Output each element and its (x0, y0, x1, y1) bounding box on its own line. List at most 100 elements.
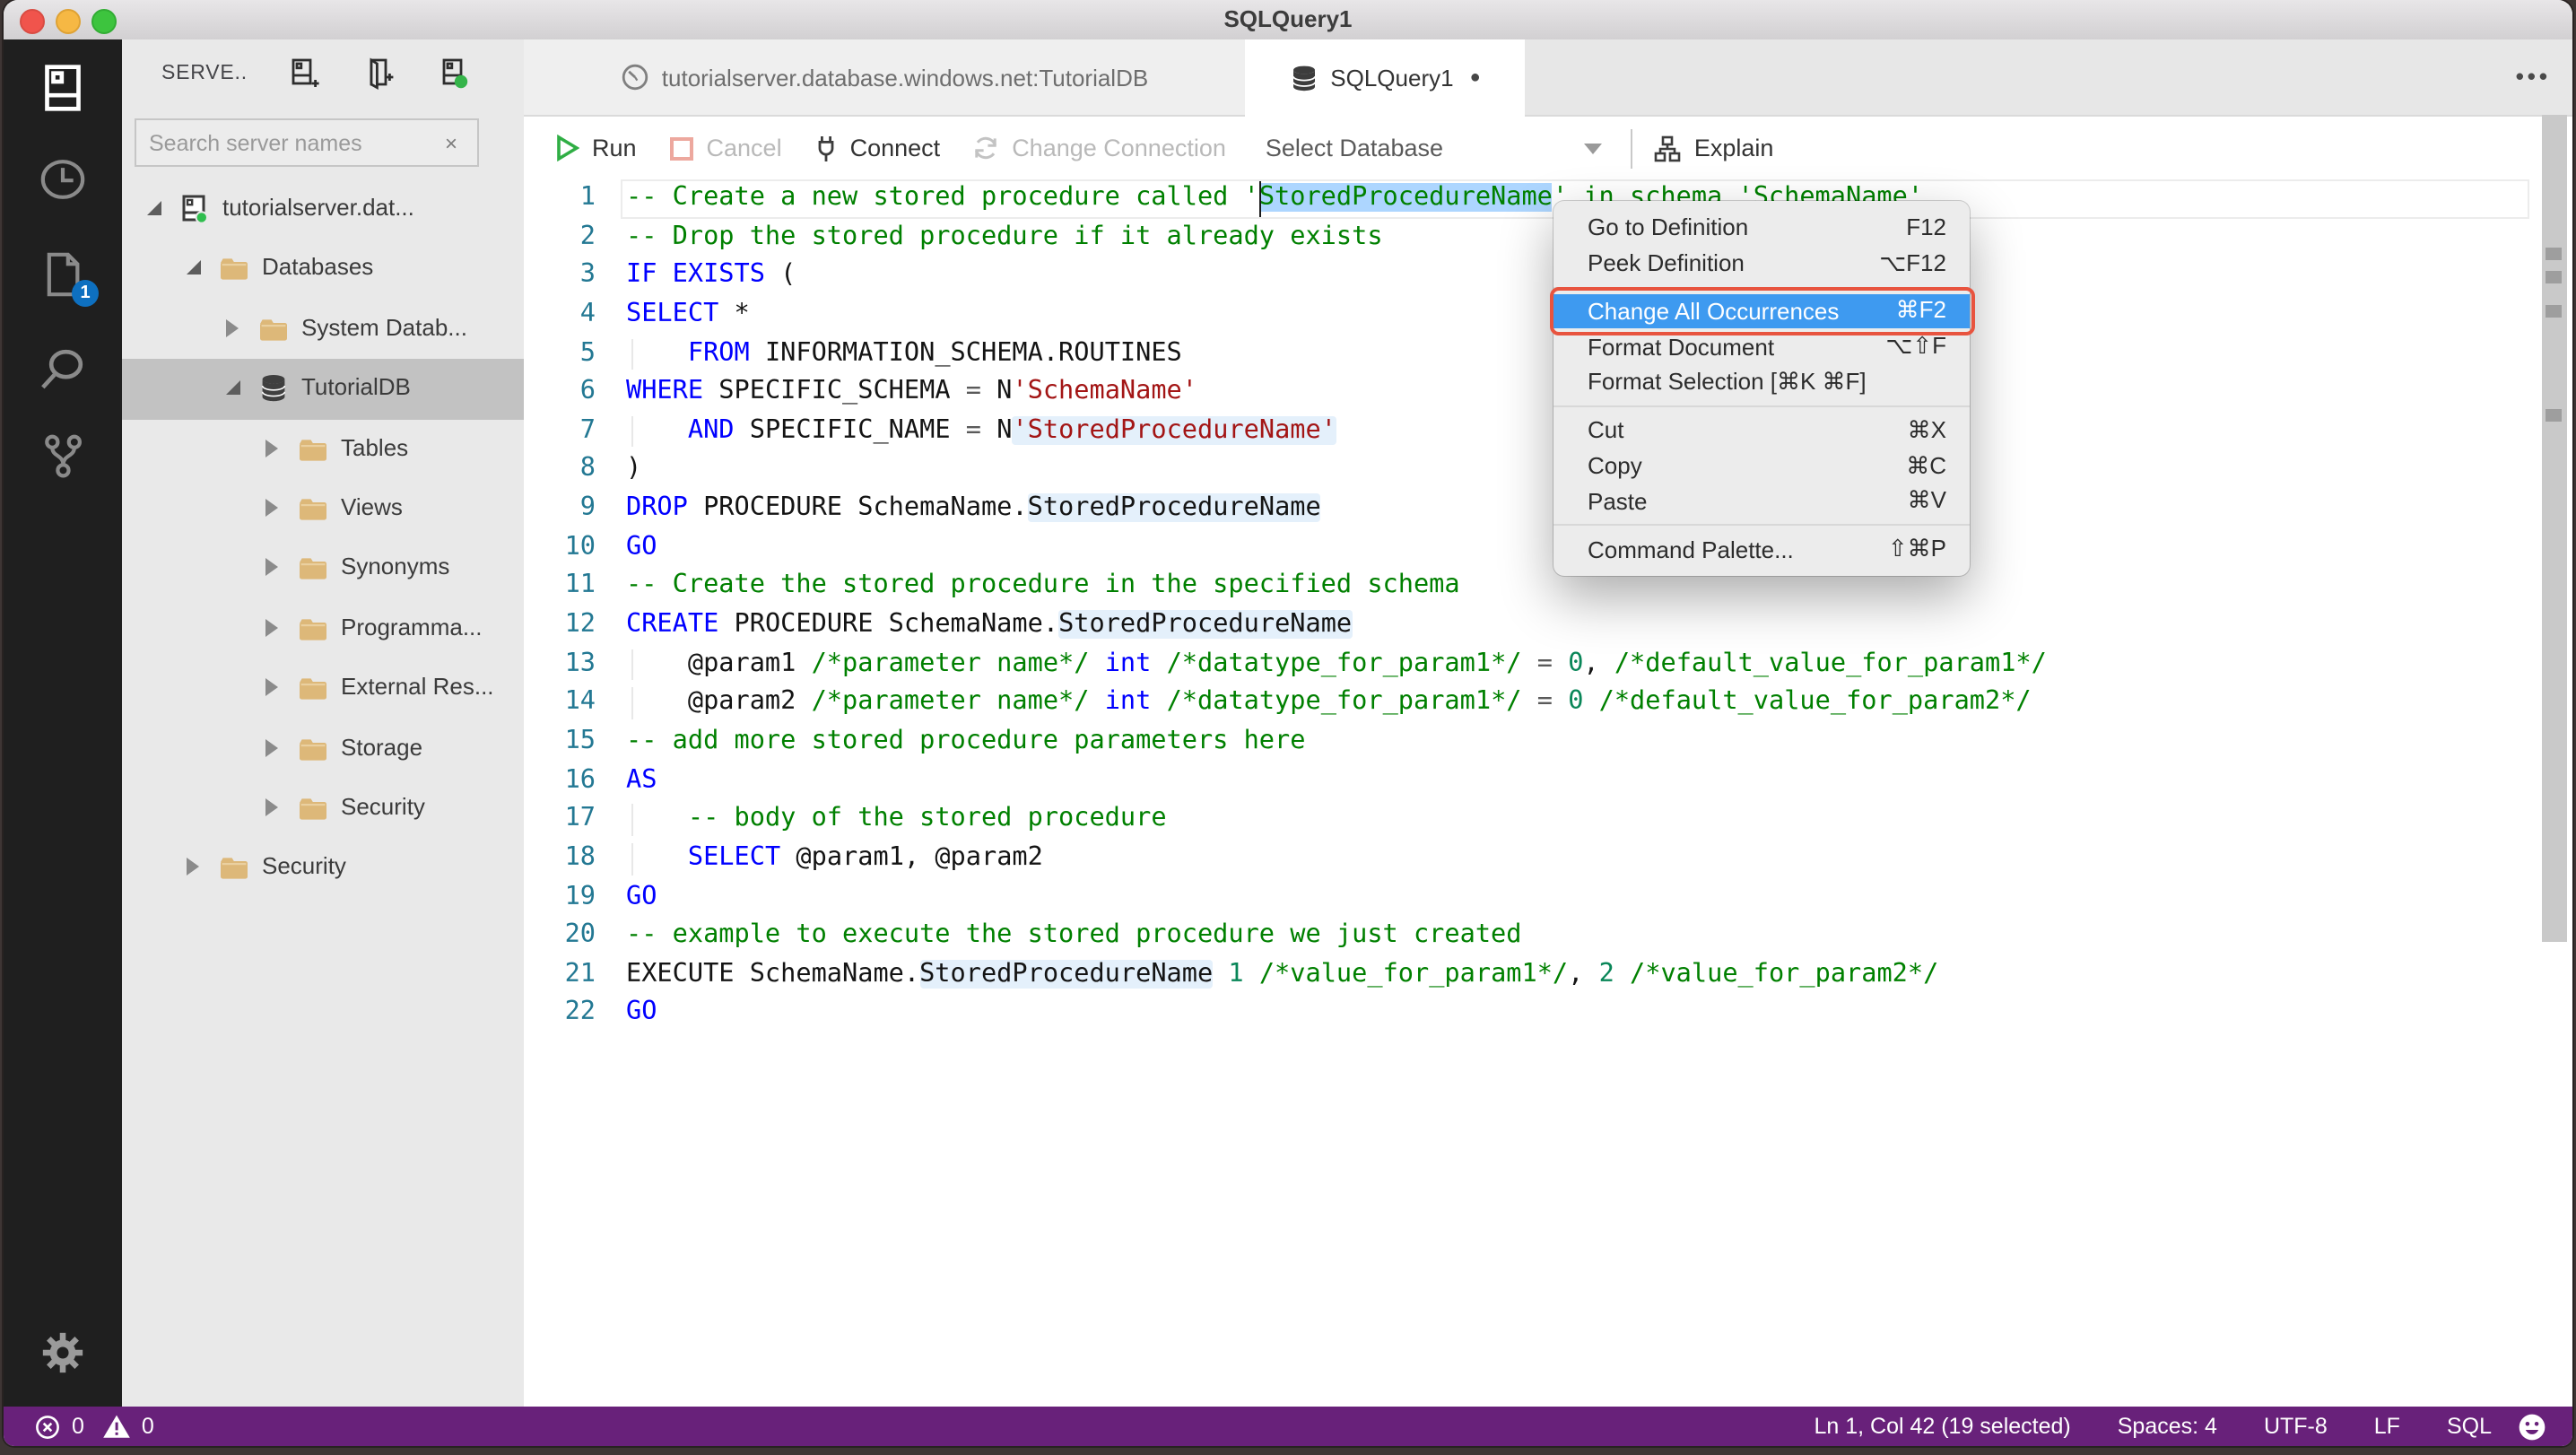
line-number: 11 (564, 571, 596, 600)
menu-item-change-all-occurrences[interactable]: Change All Occurrences ⌘F2 (1550, 287, 1975, 335)
menu-item-copy[interactable]: Copy ⌘C (1553, 449, 1970, 484)
run-button[interactable]: Run (556, 135, 637, 161)
expand-twisty-icon[interactable] (187, 858, 199, 876)
editor-scrollbar[interactable] (2542, 115, 2569, 1407)
tab-connection-dashboard[interactable]: tutorialserver.database.windows.net:Tuto… (524, 39, 1247, 115)
encoding-status[interactable]: UTF-8 (2264, 1414, 2328, 1439)
expand-twisty-icon[interactable] (265, 439, 278, 457)
code-line-7[interactable]: 7 AND SPECIFIC_NAME = N'StoredProcedureN… (524, 413, 2549, 451)
code-line-22[interactable]: 22 GO (524, 995, 2549, 1033)
tree-item-tables[interactable]: Tables (122, 419, 524, 479)
code-line-13[interactable]: 13 @param1 /*parameter name*/ int /*data… (524, 645, 2549, 684)
tree-item-programma[interactable]: Programma... (122, 598, 524, 658)
explain-label: Explain (1693, 135, 1774, 161)
tab-sqlquery1[interactable]: SQLQuery1 ● (1245, 39, 1525, 117)
menu-item-peek-definition[interactable]: Peek Definition ⌥F12 (1553, 246, 1970, 282)
sql-editor[interactable]: 1 -- Create a new stored procedure called… (524, 179, 2549, 1407)
menu-item-command-palette[interactable]: Command Palette... ⇧⌘P (1553, 532, 1970, 568)
menu-item-cut[interactable]: Cut ⌘X (1553, 413, 1970, 449)
collapse-twisty-icon[interactable] (147, 201, 161, 215)
code-line-4[interactable]: 4 SELECT * (524, 296, 2549, 335)
code-line-21[interactable]: 21 EXECUTE SchemaName.StoredProcedureName… (524, 956, 2549, 995)
code-line-19[interactable]: 19 GO (524, 878, 2549, 917)
expand-twisty-icon[interactable] (265, 797, 278, 816)
server-search-box[interactable]: × (135, 118, 479, 167)
spaces-status[interactable]: Spaces: 4 (2118, 1414, 2217, 1439)
more-actions-icon[interactable]: ••• (2516, 63, 2551, 90)
tree-item-views[interactable]: Views (122, 479, 524, 539)
eol-status[interactable]: LF (2374, 1414, 2400, 1439)
new-server-group-icon[interactable] (362, 57, 396, 91)
servers-icon[interactable] (38, 63, 88, 113)
line-number: 13 (564, 649, 596, 678)
tree-item-databases[interactable]: Databases (122, 240, 524, 300)
overview-ruler-mark (2546, 305, 2562, 318)
line-number: 16 (564, 765, 596, 795)
menu-item-format-selection-k-f[interactable]: Format Selection [⌘K ⌘F] (1553, 364, 1970, 400)
code-line-11[interactable]: 11 -- Create the stored procedure in the … (524, 568, 2549, 606)
cancel-button[interactable]: Cancel (669, 135, 782, 161)
code-line-5[interactable]: 5 FROM INFORMATION_SCHEMA.ROUTINES (524, 335, 2549, 373)
menu-item-format-document[interactable]: Format Document ⌥⇧F (1553, 329, 1970, 365)
feedback-smiley-icon[interactable] (2517, 1411, 2572, 1442)
code-line-18[interactable]: 18 SELECT @param1, @param2 (524, 840, 2549, 878)
menu-item-shortcut: ⌥⇧F (1885, 332, 1946, 360)
app-window: SQLQuery1 1 SERVE.. Search server names … (4, 0, 2572, 1446)
window-title: SQLQuery1 (1223, 5, 1353, 32)
task-history-icon[interactable] (38, 154, 88, 205)
tree-item-security[interactable]: Security (122, 839, 524, 899)
expand-twisty-icon[interactable] (226, 318, 239, 337)
open-editors-icon[interactable]: 1 (38, 249, 99, 307)
code-line-1[interactable]: 1 -- Create a new stored procedure called… (524, 179, 2549, 218)
settings-gear-icon[interactable] (38, 1328, 88, 1378)
code-line-14[interactable]: 14 @param2 /*parameter name*/ int /*data… (524, 684, 2549, 723)
code-line-9[interactable]: 9 DROP PROCEDURE SchemaName.StoredProcedu… (524, 490, 2549, 528)
clear-search-icon[interactable]: × (445, 130, 477, 155)
tree-item-tutorialserver-dat[interactable]: tutorialserver.dat... (122, 179, 524, 240)
menu-item-go-to-definition[interactable]: Go to Definition F12 (1553, 210, 1970, 246)
expand-twisty-icon[interactable] (265, 498, 278, 517)
tree-item-system-datab[interactable]: System Datab... (122, 300, 524, 360)
active-connections-icon[interactable] (438, 57, 472, 91)
expand-twisty-icon[interactable] (265, 678, 278, 697)
collapse-twisty-icon[interactable] (226, 380, 240, 396)
source-control-icon[interactable] (38, 431, 88, 481)
code-line-16[interactable]: 16 AS (524, 762, 2549, 800)
code-line-2[interactable]: 2 -- Drop the stored procedure if it alre… (524, 218, 2549, 257)
menu-item-paste[interactable]: Paste ⌘V (1553, 484, 1970, 519)
explain-button[interactable]: Explain (1655, 134, 1774, 162)
change-connection-button[interactable]: Change Connection (972, 135, 1226, 161)
tree-item-synonyms[interactable]: Synonyms (122, 539, 524, 599)
code-line-8[interactable]: 8) (524, 451, 2549, 490)
menu-item-shortcut: ⌥F12 (1879, 248, 1946, 276)
tree-item-tutorialdb[interactable]: TutorialDB (122, 359, 524, 420)
code-line-12[interactable]: 12 CREATE PROCEDURE SchemaName.StoredProc… (524, 606, 2549, 645)
connect-button[interactable]: Connect (814, 134, 940, 162)
code-line-6[interactable]: 6 WHERE SPECIFIC_SCHEMA = N'SchemaName' (524, 373, 2549, 412)
code-line-3[interactable]: 3 IF EXISTS ( (524, 257, 2549, 296)
tree-item-label: Storage (341, 733, 423, 761)
search-icon[interactable] (38, 344, 88, 395)
expand-twisty-icon[interactable] (265, 738, 278, 757)
collapse-twisty-icon[interactable] (187, 260, 201, 275)
tree-item-storage[interactable]: Storage (122, 719, 524, 779)
expand-twisty-icon[interactable] (265, 558, 278, 577)
code-line-10[interactable]: 10 GO (524, 529, 2549, 568)
problems-status[interactable]: 0 0 (4, 1413, 154, 1440)
tree-item-label: External Res... (341, 673, 494, 701)
menu-item-shortcut: ⌘C (1906, 451, 1946, 479)
cursor-position-status[interactable]: Ln 1, Col 42 (19 selected) (1814, 1414, 2070, 1439)
tree-item-external-res[interactable]: External Res... (122, 658, 524, 719)
language-mode-status[interactable]: SQL (2447, 1414, 2492, 1439)
expand-twisty-icon[interactable] (265, 618, 278, 637)
code-line-20[interactable]: 20 -- example to execute the stored proce… (524, 917, 2549, 955)
new-connection-icon[interactable] (287, 57, 321, 91)
search-server-input[interactable] (136, 130, 445, 155)
tree-item-label: Security (262, 852, 346, 880)
tree-item-security[interactable]: Security (122, 779, 524, 839)
scrollbar-slider[interactable] (2542, 115, 2567, 942)
select-database-label: Select Database (1265, 135, 1443, 161)
code-line-17[interactable]: 17 -- body of the stored procedure (524, 801, 2549, 840)
code-line-15[interactable]: 15 -- add more stored procedure parameter… (524, 723, 2549, 762)
select-database-dropdown[interactable]: Select Database (1266, 135, 1603, 161)
